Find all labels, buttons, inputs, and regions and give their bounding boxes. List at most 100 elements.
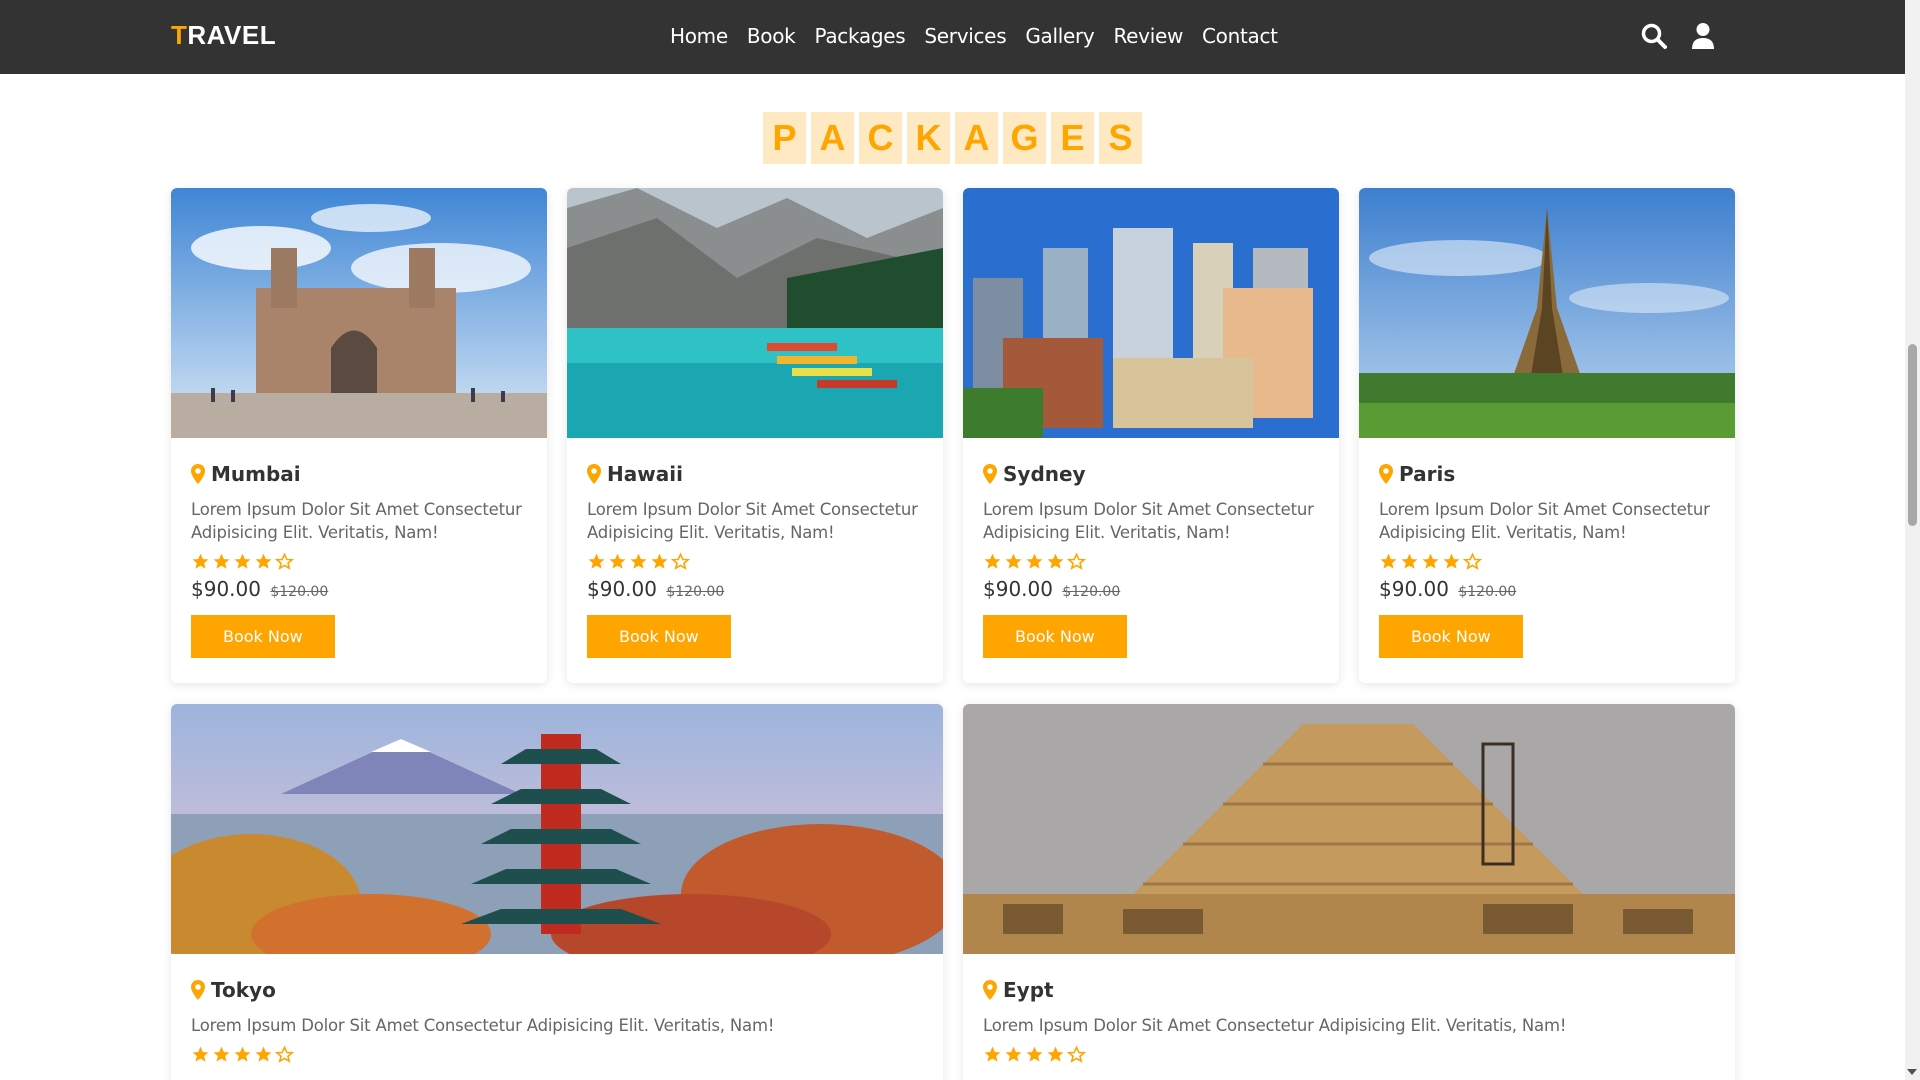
package-title: Sydney [1003, 462, 1086, 486]
main-nav: Home Book Packages Services Gallery Revi… [670, 24, 1297, 48]
old-price: $120.00 [270, 584, 329, 600]
location-pin-icon [191, 980, 205, 1000]
star-filled-icon [1421, 552, 1440, 571]
package-title: Hawaii [607, 462, 683, 486]
location-pin-icon [191, 464, 205, 484]
star-filled-icon [212, 1045, 231, 1064]
section-heading: P A C K A G E S [0, 112, 1905, 164]
location-pin-icon [983, 980, 997, 1000]
heading-letter: K [907, 112, 950, 164]
price: $90.00 $120.00 [983, 577, 1319, 601]
nav-gallery[interactable]: Gallery [1025, 24, 1094, 48]
book-now-button[interactable]: Book Now [191, 615, 335, 658]
package-card-mumbai: Mumbai Lorem Ipsum Dolor Sit Amet Consec… [171, 188, 547, 683]
nav-services[interactable]: Services [924, 24, 1006, 48]
package-title: Eypt [1003, 978, 1054, 1002]
nav-review[interactable]: Review [1113, 24, 1183, 48]
package-card-tokyo: Tokyo Lorem Ipsum Dolor Sit Amet Consect… [171, 704, 943, 1080]
rating-stars [983, 552, 1319, 571]
current-price: $90.00 [983, 577, 1053, 601]
paris-image [1359, 188, 1735, 438]
sydney-image [963, 188, 1339, 438]
egypt-image [963, 704, 1735, 954]
star-filled-icon [1025, 552, 1044, 571]
star-filled-icon [1379, 552, 1398, 571]
package-description: Lorem Ipsum Dolor Sit Amet Consectetur A… [1379, 500, 1710, 542]
package-title: Mumbai [211, 462, 301, 486]
star-empty-icon [274, 552, 295, 571]
scrollbar-thumb[interactable] [1908, 344, 1917, 526]
current-price: $90.00 [1379, 577, 1449, 601]
package-card-sydney: Sydney Lorem Ipsum Dolor Sit Amet Consec… [963, 188, 1339, 683]
package-description: Lorem Ipsum Dolor Sit Amet Consectetur A… [587, 500, 918, 542]
heading-letter: A [955, 112, 998, 164]
old-price: $120.00 [1458, 584, 1517, 600]
star-filled-icon [191, 1045, 210, 1064]
heading-letter: G [1003, 112, 1046, 164]
current-price: $90.00 [587, 577, 657, 601]
nav-home[interactable]: Home [670, 24, 728, 48]
star-empty-icon [670, 552, 691, 571]
heading-letter: P [763, 112, 806, 164]
star-filled-icon [233, 1045, 252, 1064]
star-filled-icon [254, 552, 273, 571]
star-filled-icon [1046, 552, 1065, 571]
package-title: Paris [1399, 462, 1456, 486]
star-empty-icon [1066, 552, 1087, 571]
price: $90.00 $120.00 [191, 577, 527, 601]
package-description: Lorem Ipsum Dolor Sit Amet Consectetur A… [191, 500, 522, 542]
star-filled-icon [1400, 552, 1419, 571]
star-filled-icon [1046, 1045, 1065, 1064]
current-price: $90.00 [191, 577, 261, 601]
star-filled-icon [1004, 1045, 1023, 1064]
book-now-button[interactable]: Book Now [1379, 615, 1523, 658]
logo[interactable]: TRAVEL [171, 20, 276, 51]
package-description: Lorem Ipsum Dolor Sit Amet Consectetur A… [983, 500, 1314, 542]
star-filled-icon [587, 552, 606, 571]
star-filled-icon [212, 552, 231, 571]
heading-letter: C [859, 112, 902, 164]
package-card-paris: Paris Lorem Ipsum Dolor Sit Amet Consect… [1359, 188, 1735, 683]
star-filled-icon [650, 552, 669, 571]
nav-contact[interactable]: Contact [1202, 24, 1278, 48]
old-price: $120.00 [666, 584, 725, 600]
rating-stars [191, 1045, 923, 1064]
rating-stars [587, 552, 923, 571]
location-pin-icon [587, 464, 601, 484]
star-empty-icon [1462, 552, 1483, 571]
star-filled-icon [233, 552, 252, 571]
heading-letter: S [1099, 112, 1142, 164]
nav-book[interactable]: Book [747, 24, 796, 48]
user-icon[interactable] [1690, 22, 1718, 50]
package-card-hawaii: Hawaii Lorem Ipsum Dolor Sit Amet Consec… [567, 188, 943, 683]
top-navbar: TRAVEL Home Book Packages Services Galle… [0, 0, 1905, 74]
price: $90.00 $120.00 [1379, 577, 1715, 601]
package-title: Tokyo [211, 978, 276, 1002]
location-pin-icon [983, 464, 997, 484]
star-filled-icon [191, 552, 210, 571]
star-filled-icon [983, 552, 1002, 571]
hawaii-image [567, 188, 943, 438]
book-now-button[interactable]: Book Now [983, 615, 1127, 658]
scroll-down-arrow[interactable] [1907, 1069, 1917, 1075]
search-icon[interactable] [1640, 22, 1668, 50]
star-empty-icon [1066, 1045, 1087, 1064]
heading-letter: E [1051, 112, 1094, 164]
star-filled-icon [1004, 552, 1023, 571]
scrollbar[interactable] [1905, 0, 1920, 1080]
rating-stars [983, 1045, 1715, 1064]
location-pin-icon [1379, 464, 1393, 484]
package-card-egypt: Eypt Lorem Ipsum Dolor Sit Amet Consecte… [963, 704, 1735, 1080]
star-filled-icon [983, 1045, 1002, 1064]
rating-stars [1379, 552, 1715, 571]
star-filled-icon [1442, 552, 1461, 571]
star-filled-icon [254, 1045, 273, 1064]
star-filled-icon [608, 552, 627, 571]
nav-packages[interactable]: Packages [814, 24, 905, 48]
heading-letter: A [811, 112, 854, 164]
old-price: $120.00 [1062, 584, 1121, 600]
rating-stars [191, 552, 527, 571]
package-description: Lorem Ipsum Dolor Sit Amet Consectetur A… [983, 1016, 1567, 1035]
book-now-button[interactable]: Book Now [587, 615, 731, 658]
star-empty-icon [274, 1045, 295, 1064]
